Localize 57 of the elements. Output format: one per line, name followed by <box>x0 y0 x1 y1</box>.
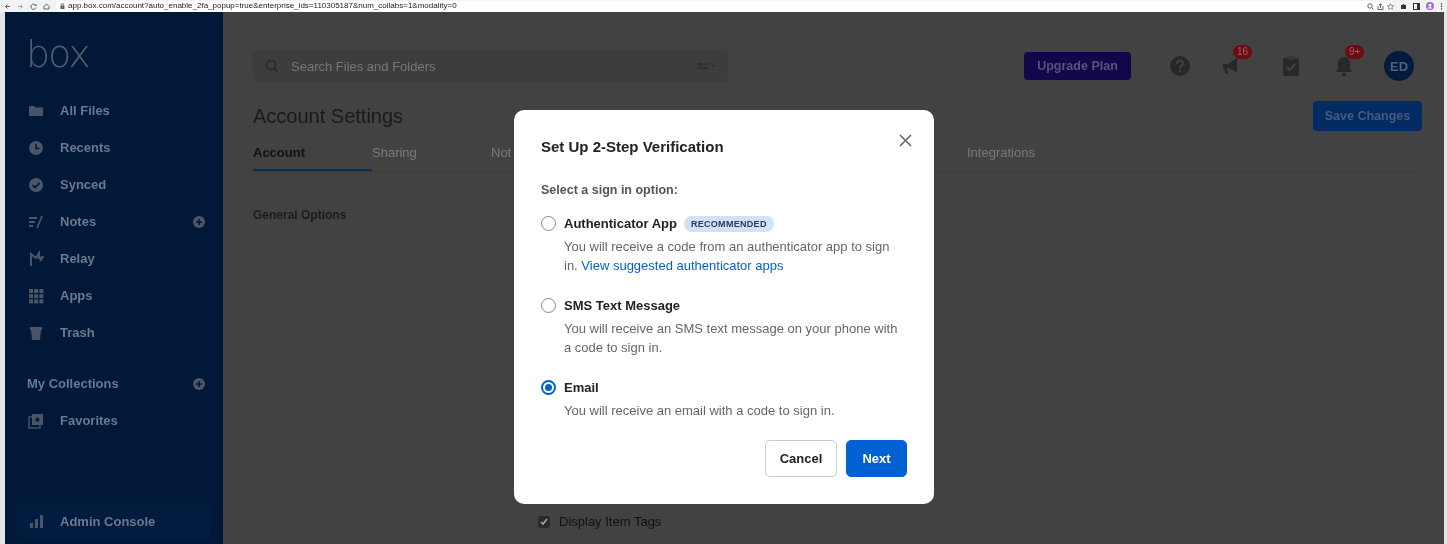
option-description: You will receive an email with a code to sign in. <box>564 402 836 420</box>
close-button[interactable] <box>899 134 912 147</box>
nav-item[interactable]: Notes <box>60 214 97 229</box>
check-icon <box>540 517 548 526</box>
star-icon[interactable] <box>1387 2 1394 10</box>
section-heading[interactable]: My Collections <box>27 376 119 391</box>
logo[interactable]: box <box>26 34 89 92</box>
star-folder-icon <box>28 412 44 429</box>
nav-item[interactable]: Relay <box>60 251 95 266</box>
option-label[interactable]: Authenticator App <box>564 216 677 231</box>
sidebar-icon[interactable] <box>1413 2 1420 10</box>
next-button[interactable]: Next <box>846 440 907 477</box>
nav-item[interactable]: Favorites <box>60 413 118 428</box>
reload-icon[interactable] <box>30 2 37 10</box>
clipboard-check-icon[interactable] <box>1280 55 1302 77</box>
option-label[interactable]: Email <box>564 380 599 395</box>
menu-icon[interactable] <box>1440 2 1443 10</box>
clock-icon <box>28 139 44 156</box>
nav-item[interactable]: Synced <box>60 177 107 192</box>
count-badge: 16 <box>1233 45 1253 59</box>
suggested-apps-link[interactable]: View suggested authenticator apps <box>581 258 784 273</box>
option-label[interactable]: SMS Text Message <box>564 298 681 313</box>
tab[interactable]: Not <box>491 143 512 171</box>
share-icon[interactable] <box>1377 2 1384 10</box>
close-icon <box>899 134 912 147</box>
option-description: You will receive an SMS text message on your phone with a code to sign in. <box>564 320 899 357</box>
search-field[interactable]: Search Files and Folders <box>253 50 728 82</box>
zoom-icon[interactable] <box>1367 2 1374 10</box>
dialog-prompt: Select a sign in option: <box>541 183 679 197</box>
grid-icon <box>28 287 44 304</box>
nav-item[interactable]: All Files <box>60 103 110 118</box>
add-icon[interactable] <box>193 215 205 228</box>
add-icon[interactable] <box>193 377 205 390</box>
nav-item[interactable]: Trash <box>60 325 95 340</box>
trash-icon <box>28 324 44 341</box>
count-badge: 9+ <box>1345 45 1365 59</box>
cancel-button[interactable]: Cancel <box>765 440 837 477</box>
check-circle-icon <box>28 176 44 193</box>
tab[interactable]: Sharing <box>372 143 417 171</box>
user-avatar[interactable]: ED <box>1384 51 1414 81</box>
dialog-title: Set Up 2-Step Verification <box>541 138 724 155</box>
radio-button[interactable] <box>541 380 556 395</box>
pen-lines-icon <box>28 213 44 230</box>
home-icon[interactable] <box>43 2 50 10</box>
nav-item[interactable]: Apps <box>60 288 93 303</box>
forward-icon[interactable] <box>17 2 24 10</box>
upgrade-plan-button[interactable]: Upgrade Plan <box>1024 52 1131 80</box>
bar-chart-icon <box>28 513 44 529</box>
option-description: You will receive a code from an authenticator app to sign in. View suggested authenticator apps <box>564 238 891 275</box>
recommended-tag: RECOMMENDED <box>683 215 774 232</box>
admin-console-button[interactable]: Admin Console <box>16 504 211 538</box>
checkbox[interactable] <box>538 515 550 528</box>
tab[interactable]: Integrations <box>967 143 1035 171</box>
back-icon[interactable] <box>4 2 11 10</box>
nav-item[interactable]: Recents <box>60 140 111 155</box>
lock-icon <box>60 3 65 9</box>
profile-icon[interactable] <box>1426 2 1434 10</box>
